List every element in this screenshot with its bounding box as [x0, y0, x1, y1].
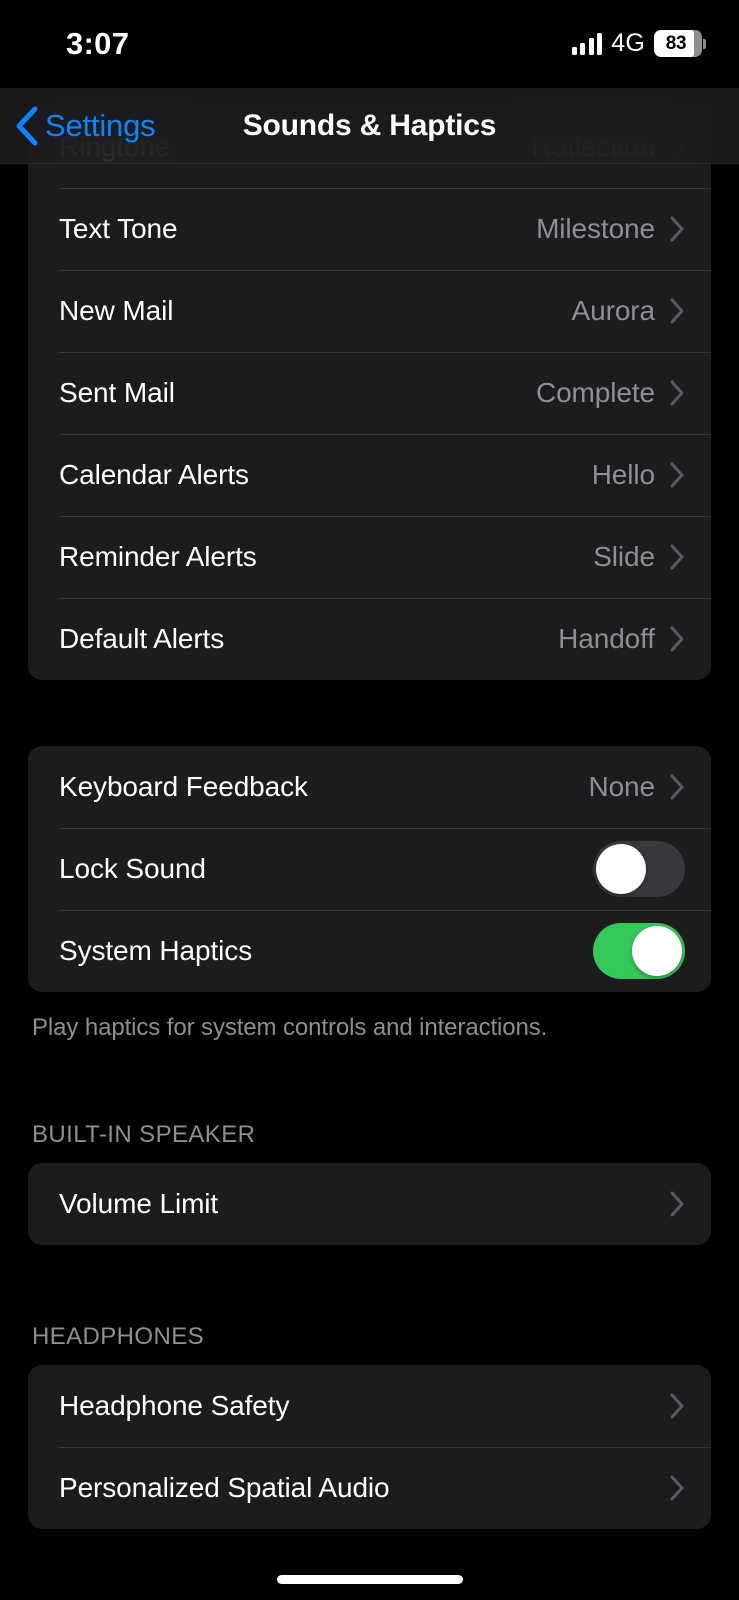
toggle-knob	[596, 844, 646, 894]
navigation-bar: Settings Sounds & Haptics	[0, 88, 739, 164]
section-header-built-in-speaker: BUILT-IN SPEAKER	[32, 1121, 256, 1149]
row-sent-mail[interactable]: Sent Mail Complete	[28, 352, 711, 434]
row-lock-sound: Lock Sound	[28, 828, 711, 910]
row-value: Milestone	[536, 213, 655, 244]
row-label: Headphone Safety	[59, 1390, 290, 1422]
toggle-lock-sound[interactable]	[593, 841, 685, 897]
row-label: Sent Mail	[59, 377, 175, 408]
row-label: Text Tone	[59, 213, 178, 244]
row-label: Volume Limit	[59, 1188, 219, 1220]
back-button[interactable]: Settings	[14, 88, 156, 164]
row-personalized-spatial-audio[interactable]: Personalized Spatial Audio	[28, 1447, 711, 1529]
section-headphones: Headphone Safety Personalized Spatial Aud…	[28, 1365, 711, 1530]
row-label: New Mail	[59, 295, 174, 326]
row-reminder-alerts[interactable]: Reminder Alerts Slide	[28, 516, 711, 598]
chevron-right-icon	[670, 544, 684, 570]
row-system-haptics: System Haptics	[28, 910, 711, 992]
row-volume-limit[interactable]: Volume Limit	[28, 1163, 711, 1245]
chevron-right-icon	[670, 216, 684, 242]
row-label: Reminder Alerts	[59, 541, 257, 572]
row-value: Complete	[535, 377, 655, 408]
chevron-right-icon	[670, 1475, 684, 1501]
chevron-right-icon	[670, 298, 684, 324]
chevron-right-icon	[670, 1191, 684, 1217]
settings-list: RingtoneReflectionText ToneMilestoneNew …	[0, 0, 739, 1530]
row-label: Personalized Spatial Audio	[59, 1472, 390, 1504]
row-value: Hello	[591, 459, 655, 490]
row-value: Aurora	[571, 295, 656, 326]
row-headphone-safety[interactable]: Headphone Safety	[28, 1365, 711, 1447]
row-calendar-alerts[interactable]: Calendar Alerts Hello	[28, 434, 711, 516]
row-label: System Haptics	[59, 935, 253, 966]
section-footer-keyboard-and-system: Play haptics for system controls and int…	[32, 1014, 548, 1041]
row-label: Lock Sound	[59, 853, 206, 884]
row-label: Keyboard Feedback	[59, 771, 308, 802]
row-label: Calendar Alerts	[59, 459, 249, 490]
section-header-headphones: HEADPHONES	[32, 1323, 205, 1351]
section-keyboard-and-system: Keyboard Feedback None Lock Sound System Ha…	[28, 746, 711, 992]
back-button-label: Settings	[45, 108, 156, 143]
row-value: Handoff	[558, 623, 655, 654]
section-sounds-and-vibration-patterns: RingtoneReflectionText ToneMilestoneNew …	[28, 106, 711, 680]
row-default-alerts[interactable]: Default Alerts Handoff	[28, 598, 711, 680]
row-value: Slide	[593, 541, 655, 572]
toggle-knob	[632, 926, 682, 976]
chevron-right-icon	[670, 462, 684, 488]
row-label: Default Alerts	[59, 623, 225, 654]
chevron-right-icon	[670, 1393, 684, 1419]
row-keyboard-feedback[interactable]: Keyboard Feedback None	[28, 746, 711, 828]
settings-scroll-view[interactable]: RingtoneReflectionText ToneMilestoneNew …	[0, 0, 739, 1600]
row-new-mail[interactable]: New Mail Aurora	[28, 270, 711, 352]
chevron-left-icon	[16, 106, 38, 146]
home-indicator[interactable]	[276, 1575, 463, 1584]
toggle-system-haptics[interactable]	[593, 923, 685, 979]
row-text-tone[interactable]: Text Tone Milestone	[28, 188, 711, 270]
chevron-right-icon	[670, 380, 684, 406]
chevron-right-icon	[670, 626, 684, 652]
chevron-right-icon	[670, 774, 684, 800]
iphone-screen: RingtoneReflectionText ToneMilestoneNew …	[0, 0, 739, 1600]
row-value: None	[588, 771, 655, 802]
section-built-in-speaker: Volume Limit	[28, 1163, 711, 1246]
